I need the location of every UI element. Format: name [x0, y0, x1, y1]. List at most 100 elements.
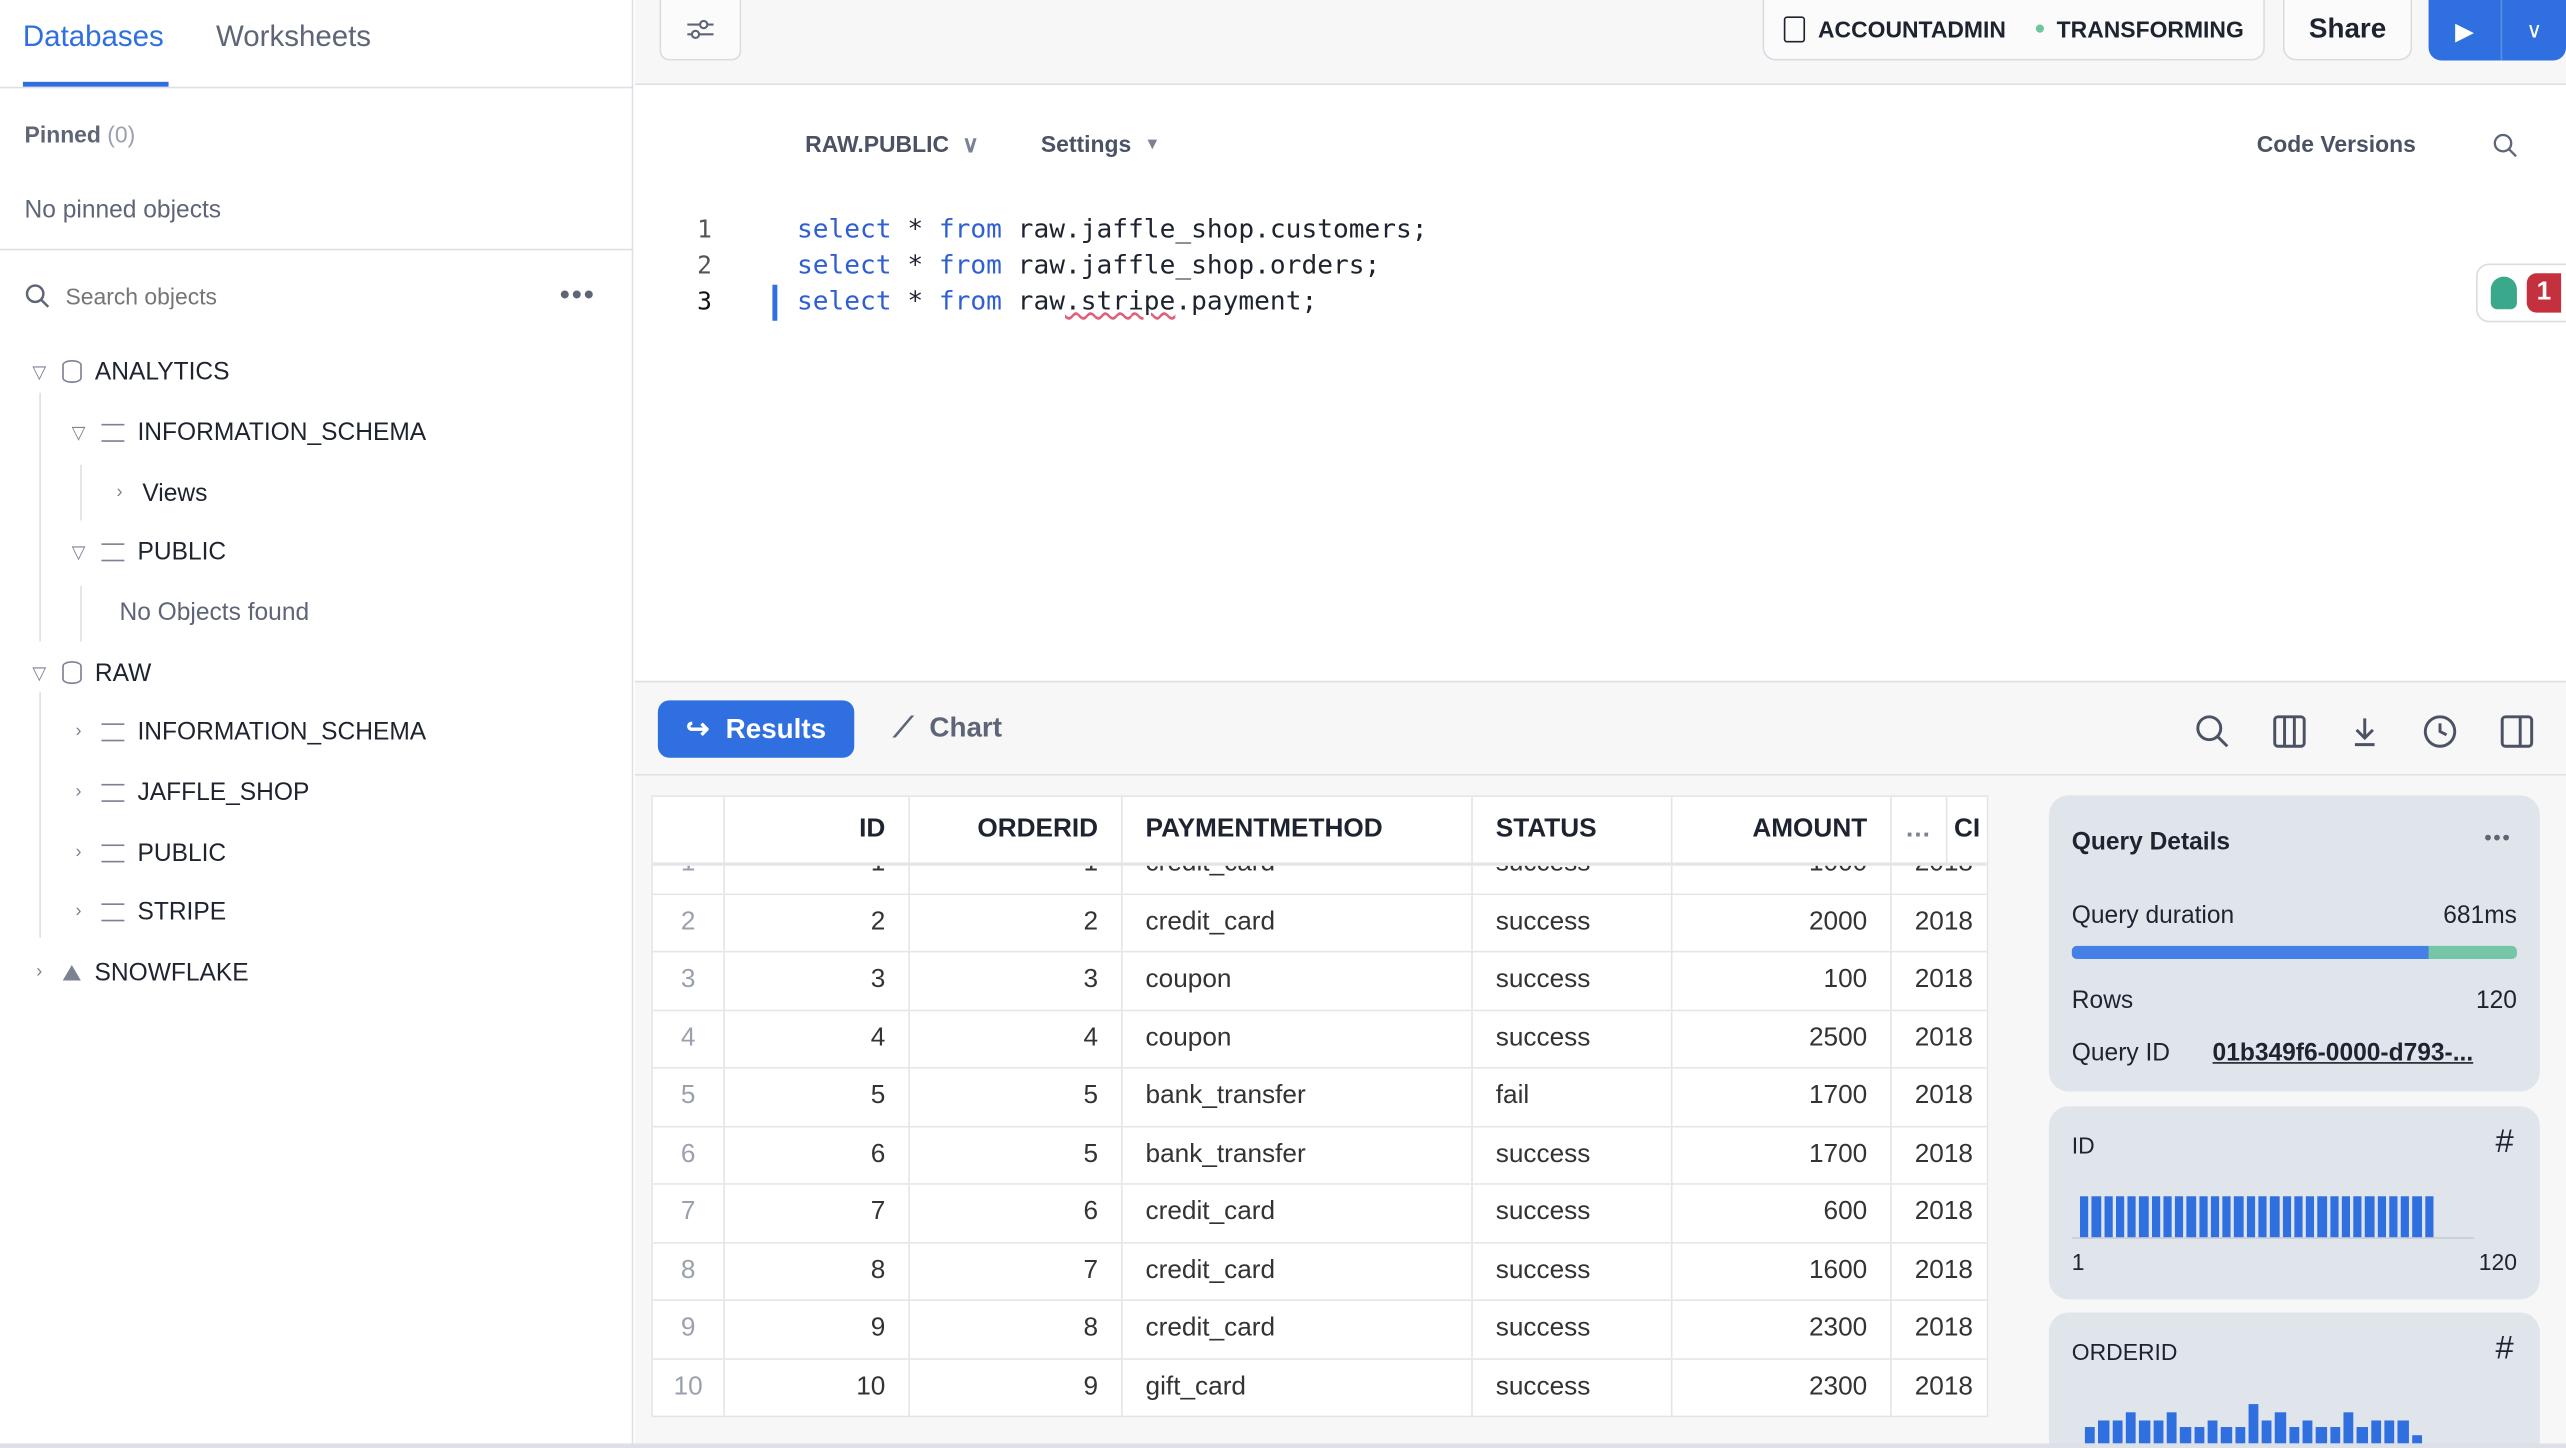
- table-row[interactable]: 6 6 5 bank_transfer success 1700 2018: [652, 1126, 1987, 1185]
- tree-item-jaffle-shop[interactable]: › JAFFLE_SHOP: [69, 774, 310, 810]
- table-row[interactable]: 7 7 6 credit_card success 600 2018: [652, 1184, 1987, 1243]
- notification-badge: 1: [2526, 273, 2561, 313]
- run-options-button[interactable]: ∨: [2502, 0, 2566, 61]
- tab-databases[interactable]: Databases: [23, 20, 164, 54]
- tab-results[interactable]: ↪ Results: [657, 700, 855, 758]
- run-button[interactable]: ▶: [2429, 0, 2503, 61]
- pinned-count: (0): [107, 121, 136, 148]
- table-row[interactable]: 5 5 5 bank_transfer fail 1700 2018: [652, 1068, 1987, 1127]
- column-card-orderid: ORDERID #: [2048, 1312, 2540, 1448]
- table-cell: 4: [910, 1010, 1123, 1067]
- row-number: 7: [653, 1184, 725, 1242]
- download-icon[interactable]: [2347, 714, 2383, 750]
- tab-worksheets[interactable]: Worksheets: [216, 20, 371, 54]
- split-panel-icon[interactable]: [2499, 714, 2535, 750]
- column-header[interactable]: ORDERID: [910, 796, 1123, 863]
- table-cell: fail: [1473, 1068, 1673, 1126]
- share-button[interactable]: Share: [2282, 0, 2413, 61]
- row-number: 10: [653, 1359, 725, 1416]
- code-text: *: [891, 212, 939, 244]
- histogram-bar: [2210, 1196, 2220, 1238]
- histogram-bar: [2389, 1196, 2398, 1238]
- play-icon: ▶: [2455, 17, 2475, 46]
- table-cell: 2018: [1892, 894, 1987, 950]
- histogram-bar: [2103, 1196, 2113, 1238]
- duration-label: Query duration: [2071, 901, 2235, 930]
- keyword: select: [796, 284, 892, 316]
- settings-dropdown[interactable]: Settings ▼: [1041, 131, 1161, 160]
- column-header[interactable]: ID: [725, 796, 910, 863]
- histogram-bar: [2127, 1196, 2137, 1238]
- column-header[interactable]: STATUS: [1473, 796, 1673, 863]
- chevron-right-icon: ›: [116, 482, 123, 503]
- duration-bar: [2071, 945, 2517, 959]
- filter-settings-button[interactable]: [659, 0, 742, 61]
- table-cell: 6: [910, 1184, 1123, 1242]
- schema-icon: [101, 783, 125, 802]
- table-row[interactable]: 9 9 8 credit_card success 2300 2018: [652, 1301, 1987, 1360]
- search-objects[interactable]: [25, 280, 614, 313]
- column-header[interactable]: PAYMENTMETHOD: [1123, 796, 1473, 863]
- table-row[interactable]: 8 8 7 credit_card success 1600 2018: [652, 1242, 1987, 1302]
- tree-item-raw[interactable]: ▽ RAW: [29, 655, 151, 691]
- table-cell: success: [1473, 1359, 1673, 1416]
- more-options-icon[interactable]: •••: [2484, 825, 2511, 850]
- search-objects-input[interactable]: [65, 283, 524, 310]
- histogram-bar: [2398, 1419, 2409, 1444]
- table-cell: coupon: [1123, 1010, 1473, 1067]
- tree-item-analytics[interactable]: ▽ ANALYTICS: [29, 353, 229, 389]
- search-icon[interactable]: [2492, 133, 2518, 159]
- rows-label: Rows: [2071, 986, 2134, 1015]
- code-line[interactable]: select * from raw.jaffle_shop.orders;: [797, 249, 1380, 280]
- context-selector[interactable]: RAW.PUBLIC ∨: [805, 131, 979, 159]
- chevron-right-icon: ›: [75, 901, 82, 922]
- table-cell: credit_card: [1123, 1242, 1473, 1300]
- history-icon[interactable]: [2422, 714, 2458, 750]
- histogram-bar: [2377, 1196, 2386, 1238]
- columns-icon[interactable]: [2271, 714, 2307, 750]
- settings-label: Settings: [1040, 130, 1132, 158]
- line-number: 1: [697, 214, 712, 244]
- table-cell: success: [1473, 1010, 1673, 1067]
- tree-item-snowflake[interactable]: › ⛰ SNOWFLAKE: [29, 954, 248, 990]
- query-id-link[interactable]: 01b349f6-0000-d793-...: [2213, 1039, 2474, 1067]
- column-header[interactable]: AMOUNT: [1673, 796, 1892, 863]
- schema-icon: [101, 722, 125, 741]
- tab-chart[interactable]: ⟋ Chart: [894, 712, 1003, 745]
- table-row[interactable]: 10 10 9 gift_card success 2300 2018: [652, 1359, 1987, 1416]
- search-icon[interactable]: [2195, 714, 2231, 750]
- tree-item-stripe[interactable]: › STRIPE: [69, 894, 227, 930]
- tree-label: INFORMATION_SCHEMA: [137, 418, 427, 446]
- role-warehouse-selector[interactable]: ACCOUNTADMIN TRANSFORMING: [1762, 0, 2265, 61]
- schema-icon: [101, 902, 125, 921]
- table-cell: 1700: [1673, 1068, 1892, 1126]
- code-line[interactable]: select * from raw.jaffle_shop.customers;: [797, 213, 1428, 244]
- table-cell: 2: [725, 894, 910, 951]
- more-options-icon[interactable]: •••: [560, 278, 596, 312]
- histogram-bar: [2152, 1419, 2164, 1444]
- table-row[interactable]: 3 3 3 coupon success 100 2018: [652, 952, 1987, 1011]
- table-cell: 100: [1673, 952, 1892, 1009]
- tree-item-raw-information-schema[interactable]: › INFORMATION_SCHEMA: [69, 714, 427, 750]
- table-cell: 2018: [1892, 1301, 1987, 1357]
- column-header[interactable]: …: [1892, 796, 1948, 863]
- code-line[interactable]: select * from raw.stripe.payment;: [797, 285, 1317, 316]
- tree-item-public[interactable]: ▽ PUBLIC: [69, 533, 227, 569]
- table-row[interactable]: 4 4 4 coupon success 2500 2018: [652, 1010, 1987, 1069]
- histogram-bar: [2275, 1411, 2286, 1444]
- code-versions-button[interactable]: Code Versions: [2257, 131, 2416, 157]
- column-header[interactable]: CI: [1947, 797, 1986, 862]
- query-details-card: Query Details ••• Query duration 681ms R…: [2048, 795, 2540, 1092]
- table-cell: 5: [725, 1068, 910, 1126]
- lightbulb-icon: [2490, 276, 2517, 310]
- assistant-widget[interactable]: 1: [2476, 263, 2566, 323]
- tree-item-information-schema[interactable]: ▽ INFORMATION_SCHEMA: [69, 414, 427, 450]
- table-row[interactable]: 2 2 2 credit_card success 2000 2018: [652, 894, 1987, 953]
- tree-item-raw-public[interactable]: › PUBLIC: [69, 835, 227, 871]
- histogram-bar: [2187, 1196, 2196, 1238]
- keyword: from: [938, 212, 1002, 244]
- schema-icon: [101, 843, 125, 862]
- table-cell: 7: [910, 1242, 1123, 1300]
- tree-item-views[interactable]: › Views: [110, 475, 207, 511]
- orderid-histogram: [2072, 1394, 2475, 1444]
